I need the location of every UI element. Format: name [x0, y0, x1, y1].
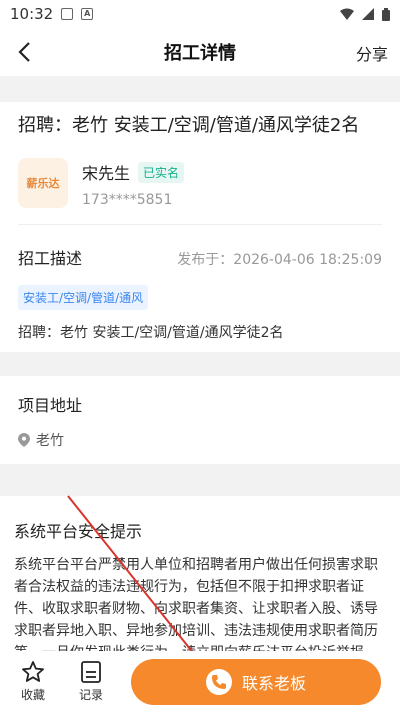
- wifi-icon: [340, 8, 354, 20]
- status-time: 10:32: [10, 5, 54, 23]
- contact-phone: 173****5851: [82, 192, 173, 208]
- phone-icon: [205, 669, 232, 695]
- records-icon: [81, 660, 101, 683]
- contact-name: 宋先生: [82, 164, 131, 183]
- job-category-tag: 安装工/空调/管道/通风: [18, 285, 149, 310]
- verified-badge: 已实名: [138, 161, 185, 183]
- top-app-bar: 招工详情 分享: [0, 28, 400, 76]
- address-card: 项目地址 老竹: [0, 376, 400, 464]
- safety-notice-card: 系统平台安全提示 系统平台平台严禁用人单位和招聘者用户做出任何损害求职者合法权益…: [0, 496, 400, 661]
- job-title: 招聘：老竹 安装工/空调/管道/通风学徒2名: [18, 115, 360, 136]
- battery-icon: [382, 7, 390, 21]
- bottom-action-bar: 收藏 记录 联系老板: [0, 651, 400, 711]
- publish-time: 发布于：2026-04-06 18:25:09: [177, 252, 382, 268]
- safety-notice-text: 系统平台平台严禁用人单位和招聘者用户做出任何损害求职者合法权益的违法违规行为，包…: [14, 557, 378, 661]
- signal-icon: [362, 8, 374, 20]
- safety-heading: 系统平台安全提示: [14, 522, 143, 541]
- location-pin-icon: [18, 433, 30, 447]
- page-title: 招工详情: [164, 43, 236, 64]
- app-notification-icon: A: [81, 8, 94, 20]
- favorite-label: 收藏: [20, 687, 45, 702]
- description-text: 招聘：老竹 安装工/空调/管道/通风学徒2名: [18, 325, 284, 341]
- gallery-notification-icon: [61, 8, 74, 20]
- company-logo: 薪乐达: [18, 158, 68, 208]
- job-info-card: 招聘：老竹 安装工/空调/管道/通风学徒2名 薪乐达 宋先生 已实名 173**…: [0, 102, 400, 352]
- cta-label: 联系老板: [241, 674, 306, 693]
- records-button[interactable]: 记录: [68, 660, 114, 703]
- address-heading: 项目地址: [18, 396, 83, 415]
- description-heading: 招工描述: [18, 249, 83, 268]
- records-label: 记录: [78, 687, 103, 702]
- star-icon: [22, 660, 44, 682]
- share-button[interactable]: 分享: [356, 41, 388, 65]
- employer-contact: 薪乐达 宋先生 已实名 173****5851: [18, 158, 382, 225]
- status-bar: 10:32 A: [0, 0, 400, 28]
- contact-boss-button[interactable]: 联系老板: [131, 659, 381, 705]
- back-arrow-icon[interactable]: [12, 38, 40, 66]
- address-value: 老竹: [36, 433, 64, 449]
- favorite-button[interactable]: 收藏: [10, 660, 56, 703]
